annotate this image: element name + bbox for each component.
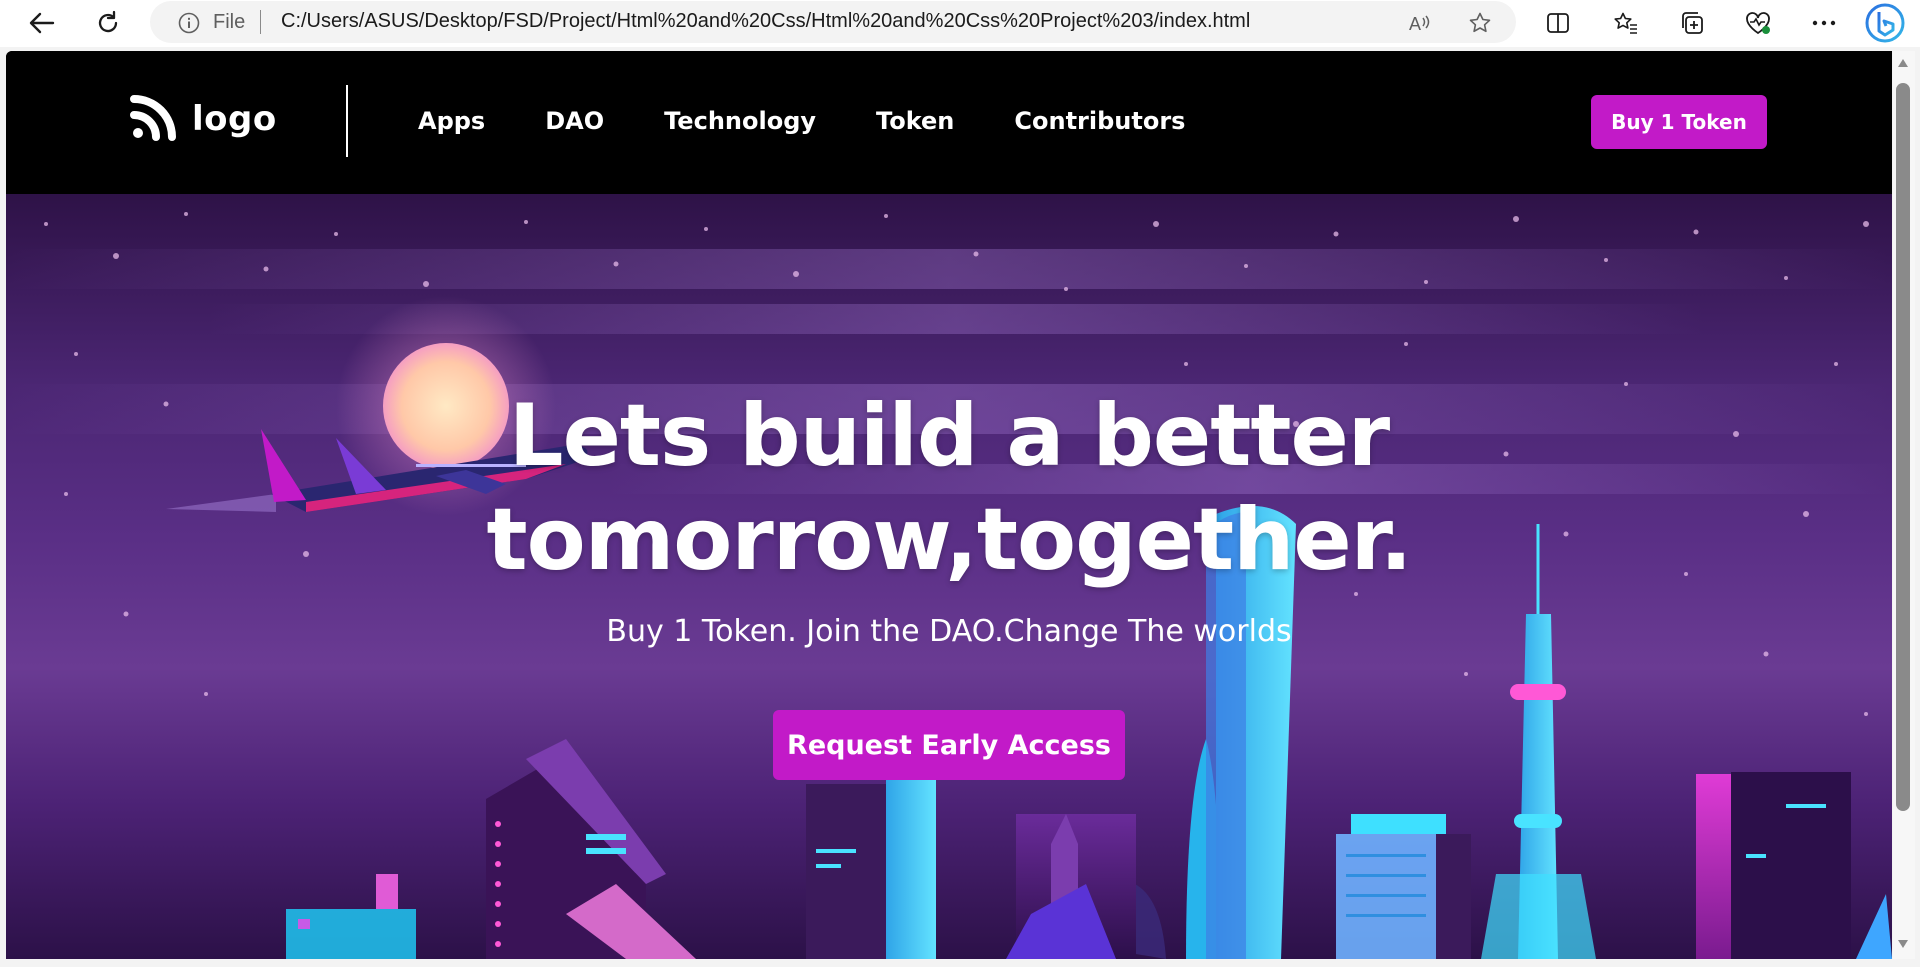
request-early-access-button[interactable]: Request Early Access <box>773 710 1125 780</box>
refresh-icon[interactable] <box>88 5 128 41</box>
header-divider <box>346 85 348 157</box>
hero-section: Lets build a better tomorrow,together. B… <box>6 194 1892 959</box>
browser-toolbar: File C:/Users/ASUS/Desktop/FSD/Project/H… <box>0 0 1920 47</box>
scrollbar-thumb[interactable] <box>1896 83 1910 811</box>
address-separator <box>260 10 261 34</box>
address-bar[interactable]: File C:/Users/ASUS/Desktop/FSD/Project/H… <box>150 1 1516 43</box>
nav-link-dao[interactable]: DAO <box>545 107 604 135</box>
read-aloud-icon[interactable]: A <box>1406 9 1434 37</box>
file-label: File <box>213 11 246 33</box>
favorite-star-icon[interactable] <box>1466 9 1494 37</box>
favorites-icon[interactable] <box>1608 6 1644 40</box>
scroll-down-arrow-icon[interactable] <box>1897 938 1909 950</box>
nav-link-contributors[interactable]: Contributors <box>1014 107 1185 135</box>
scroll-up-arrow-icon[interactable] <box>1897 57 1909 69</box>
main-nav: Apps DAO Technology Token Contributors <box>418 107 1245 135</box>
site-logo[interactable]: logo <box>130 93 277 145</box>
more-icon[interactable] <box>1806 6 1842 40</box>
info-icon[interactable] <box>178 12 200 38</box>
nav-link-token[interactable]: Token <box>876 107 954 135</box>
nav-link-technology[interactable]: Technology <box>664 107 816 135</box>
logo-text: logo <box>192 99 277 139</box>
split-screen-icon[interactable] <box>1540 6 1576 40</box>
hero-subtitle: Buy 1 Token. Join the DAO.Change The wor… <box>606 614 1292 649</box>
page-viewport: logo Apps DAO Technology Token Contribut… <box>6 51 1892 959</box>
nav-link-apps[interactable]: Apps <box>418 107 485 135</box>
svg-text:A: A <box>1409 14 1421 34</box>
bing-icon[interactable] <box>1864 2 1906 44</box>
hero-title-line-2: tomorrow,together. <box>486 490 1413 590</box>
hero-title-line-1: Lets build a better <box>508 386 1390 486</box>
back-arrow-icon[interactable] <box>22 5 62 41</box>
window-bottom-edge <box>0 959 1920 967</box>
site-header: logo Apps DAO Technology Token Contribut… <box>6 51 1892 194</box>
hero-title: Lets build a better tomorrow,together. <box>6 384 1892 592</box>
rss-logo-icon <box>130 93 180 145</box>
browser-essentials-icon[interactable] <box>1740 6 1776 40</box>
collections-icon[interactable] <box>1674 6 1710 40</box>
buy-token-button[interactable]: Buy 1 Token <box>1591 95 1767 149</box>
url-text[interactable]: C:/Users/ASUS/Desktop/FSD/Project/Html%2… <box>281 10 1250 33</box>
